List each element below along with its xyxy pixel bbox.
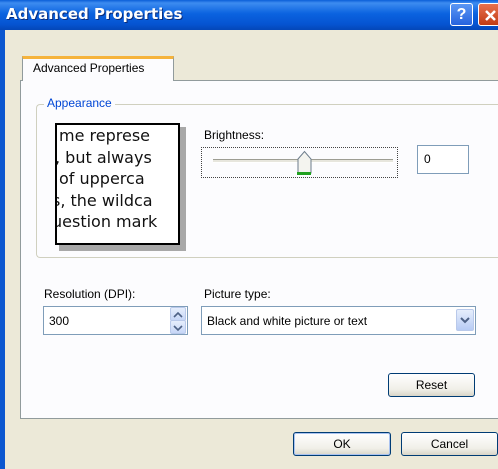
title-bar[interactable]: Advanced Properties ? [0, 0, 498, 30]
tab-advanced-properties[interactable]: Advanced Properties [22, 56, 174, 81]
ok-button[interactable]: OK [293, 432, 391, 456]
resolution-value: 300 [49, 314, 70, 328]
brightness-label: Brightness: [204, 128, 265, 142]
picture-type-label: Picture type: [204, 287, 271, 301]
resolution-spin-up[interactable] [170, 307, 186, 321]
cancel-button[interactable]: Cancel [401, 432, 498, 456]
preview-line: uestion mark [55, 212, 158, 231]
reset-button[interactable]: Reset [388, 373, 475, 397]
help-button[interactable]: ? [450, 3, 473, 26]
close-button[interactable] [478, 3, 498, 26]
slider-thumb-icon[interactable] [297, 150, 312, 174]
resolution-label: Resolution (DPI): [44, 287, 136, 301]
picture-type-select[interactable]: Black and white picture or text [201, 306, 476, 335]
appearance-group-label: Appearance [44, 96, 115, 110]
dialog-window: Advanced Properties ? Advanced Propertie… [0, 0, 498, 469]
picture-type-value: Black and white picture or text [207, 314, 368, 328]
resolution-spin-down[interactable] [170, 320, 186, 334]
tab-label: Advanced Properties [33, 61, 145, 75]
preview-line: of upperca [59, 169, 145, 188]
brightness-value: 0 [424, 152, 431, 166]
preview-image: me represe , but always of upperca s, th… [55, 123, 180, 245]
preview-line: s, the wildca [55, 190, 153, 210]
window-border [0, 30, 5, 469]
chevron-down-icon [173, 325, 183, 332]
window-title: Advanced Properties [6, 5, 183, 23]
preview-line: , but always [55, 147, 152, 167]
resolution-input[interactable]: 300 [43, 306, 188, 335]
chevron-down-icon [460, 317, 470, 324]
picture-type-dropdown-button[interactable] [456, 309, 474, 331]
close-icon [485, 10, 496, 21]
brightness-value-field[interactable]: 0 [417, 145, 469, 174]
slider-thumb-accent [297, 172, 311, 175]
preview-line: me represe [59, 126, 150, 145]
